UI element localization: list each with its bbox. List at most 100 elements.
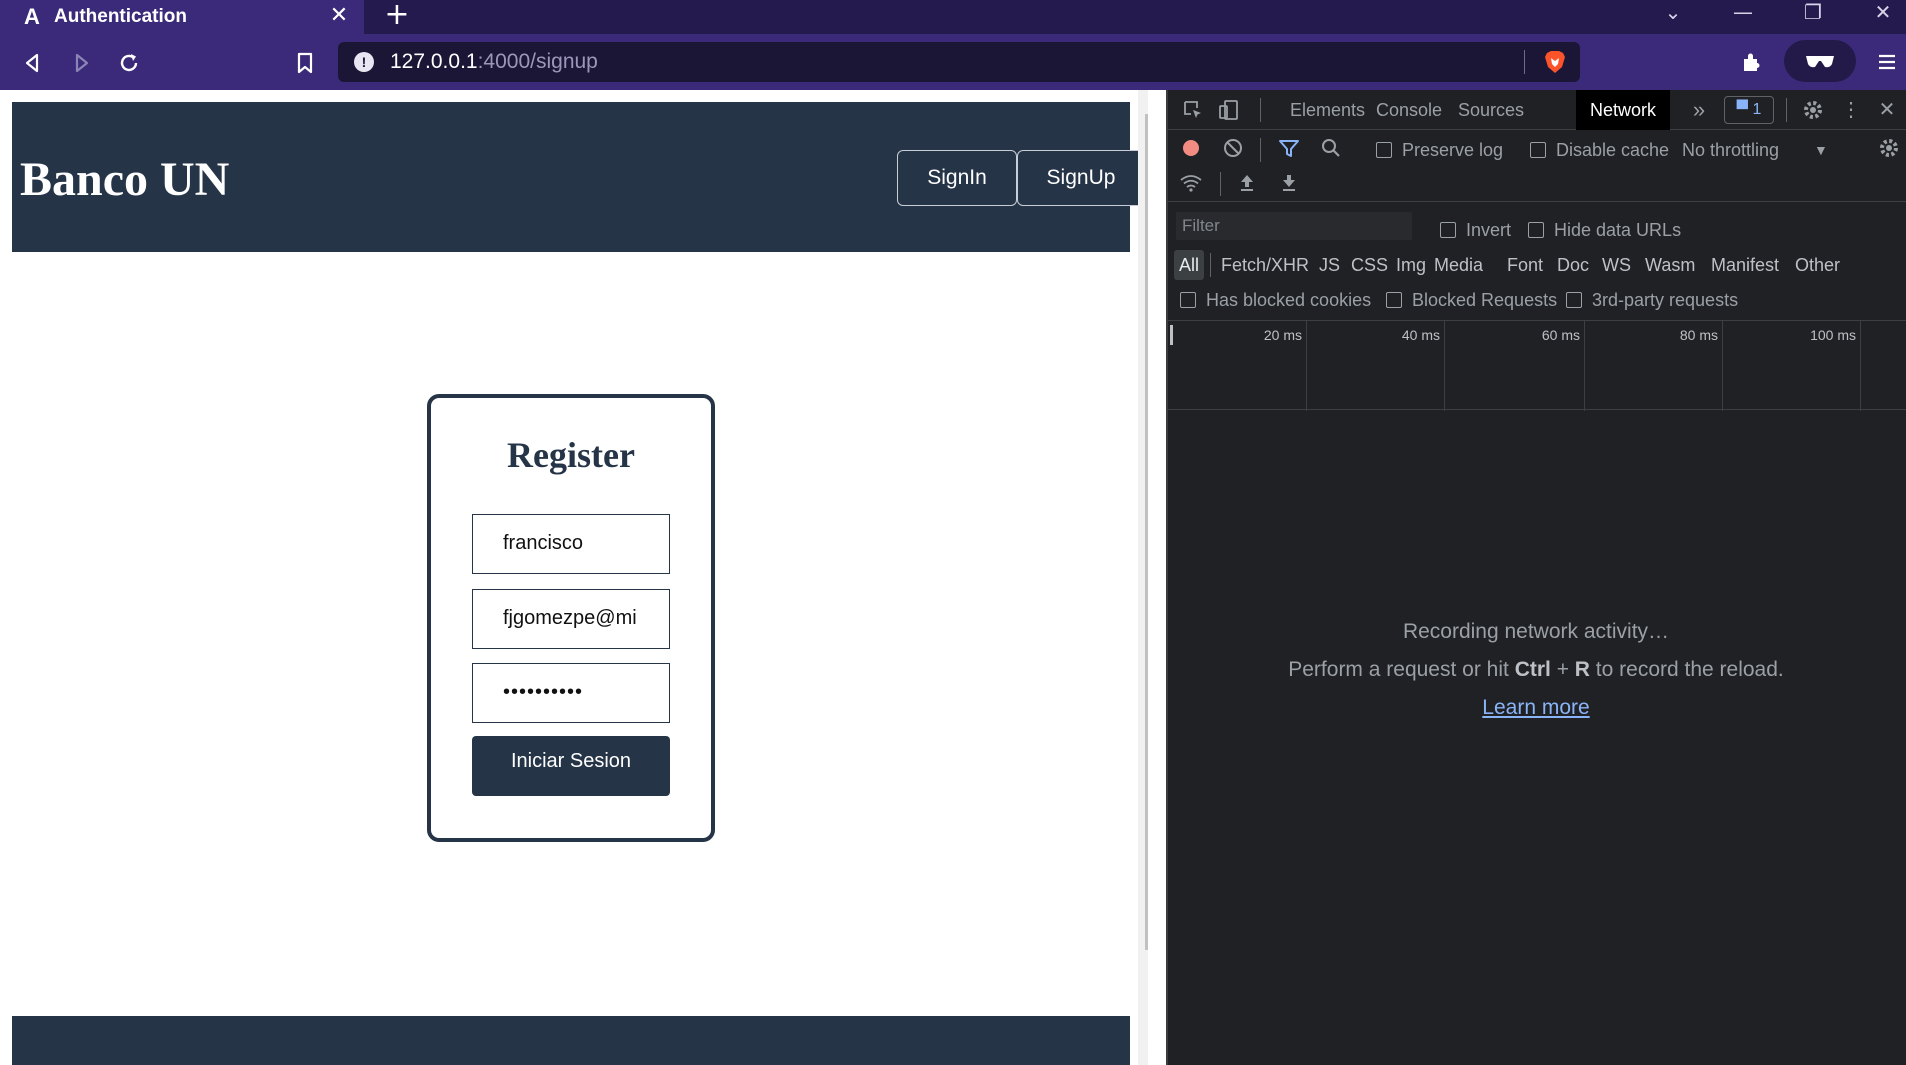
url-divider <box>1524 50 1525 74</box>
type-filter-all[interactable]: All <box>1174 250 1205 280</box>
search-icon[interactable] <box>1318 136 1344 162</box>
page-scrollbar[interactable]: ▲ ▼ <box>1138 90 1148 1065</box>
overview-handle[interactable] <box>1170 325 1173 345</box>
tab-network[interactable]: Network <box>1576 90 1671 130</box>
overview-gridline <box>1722 321 1723 411</box>
settings-gear-icon[interactable] <box>1800 98 1826 124</box>
more-tabs-icon[interactable]: » <box>1686 98 1712 124</box>
shortcut-key: R <box>1574 658 1590 681</box>
close-devtools-icon[interactable]: ✕ <box>1874 98 1900 124</box>
issues-icon: ▀ <box>1736 101 1748 118</box>
overview-gridline <box>1860 321 1861 411</box>
inspect-element-icon[interactable] <box>1180 98 1206 124</box>
tab-close-icon[interactable]: ✕ <box>326 3 352 29</box>
overview-gridline <box>1584 321 1585 411</box>
type-filter-ws[interactable]: WS <box>1597 250 1636 280</box>
site-info-icon[interactable]: ! <box>354 52 374 72</box>
tab-strip: A Authentication ✕ + ⌄ — ❐ ✕ <box>0 0 1906 34</box>
type-filter-img[interactable]: Img <box>1391 250 1431 280</box>
blocked-cookies-label: Has blocked cookies <box>1206 290 1372 310</box>
brave-shields-icon[interactable] <box>1542 49 1568 75</box>
third-party-checkbox[interactable] <box>1566 292 1582 308</box>
hide-data-urls-checkbox[interactable] <box>1528 222 1544 238</box>
minimize-icon[interactable]: — <box>1726 0 1760 24</box>
browser-toolbar: ! 127.0.0.1:4000/signup <box>0 34 1906 90</box>
signin-button[interactable]: SignIn <box>897 150 1017 206</box>
more-options-icon[interactable]: ⋮ <box>1838 98 1864 124</box>
throttling-select[interactable]: No throttling <box>1682 140 1779 160</box>
type-filter-manifest[interactable]: Manifest <box>1706 250 1784 280</box>
type-filter-media[interactable]: Media <box>1429 250 1488 280</box>
brand-title: Banco UN <box>20 153 230 206</box>
issues-badge[interactable]: ▀ 1 <box>1724 96 1774 124</box>
forward-icon[interactable] <box>66 48 96 78</box>
invert-checkbox[interactable] <box>1440 222 1456 238</box>
type-filter-other[interactable]: Other <box>1790 250 1845 280</box>
menu-icon[interactable] <box>1872 47 1902 77</box>
restore-icon[interactable]: ❐ <box>1796 0 1830 24</box>
tab-sources[interactable]: Sources <box>1444 90 1538 130</box>
url-text: 127.0.0.1:4000/signup <box>390 50 598 74</box>
hide-data-urls-label: Hide data URLs <box>1554 220 1682 240</box>
import-har-icon[interactable] <box>1234 170 1260 196</box>
type-filter-css[interactable]: CSS <box>1346 250 1393 280</box>
signup-button[interactable]: SignUp <box>1017 150 1145 206</box>
network-conditions-icon[interactable] <box>1178 170 1204 196</box>
network-settings-icon[interactable] <box>1876 136 1902 162</box>
register-form: Register francisco fjgomezpe@mi ••••••••… <box>427 394 715 842</box>
hint-text: Perform a request or hit <box>1288 658 1515 681</box>
network-overview[interactable]: 20 ms 40 ms 60 ms 80 ms 100 ms <box>1166 320 1906 411</box>
scroll-down-icon[interactable]: ▼ <box>1145 1045 1149 1059</box>
scroll-up-icon[interactable]: ▲ <box>1145 94 1149 108</box>
filter-input[interactable]: Filter <box>1176 212 1412 240</box>
tab-title: Authentication <box>54 6 187 27</box>
disable-cache-checkbox[interactable] <box>1530 142 1546 158</box>
username-field[interactable]: francisco <box>472 514 670 574</box>
throttling-dropdown-icon[interactable]: ▼ <box>1814 140 1828 160</box>
record-icon[interactable] <box>1178 136 1204 162</box>
extensions-icon[interactable] <box>1736 47 1766 77</box>
browser-tab[interactable]: A Authentication ✕ <box>0 0 364 34</box>
type-filter-wasm[interactable]: Wasm <box>1640 250 1700 280</box>
invert-label: Invert <box>1466 220 1512 240</box>
separator <box>1786 98 1787 122</box>
tab-search-dropdown-icon[interactable]: ⌄ <box>1656 0 1690 24</box>
network-toolbar: Preserve log Disable cache No throttling… <box>1166 130 1906 166</box>
devtools-panel: Elements Console Sources Network » ▀ 1 ⋮… <box>1166 90 1906 1065</box>
new-tab-button[interactable]: + <box>382 0 412 31</box>
preserve-log-checkbox[interactable] <box>1376 142 1392 158</box>
submit-button[interactable]: Iniciar Sesion <box>472 736 670 796</box>
tab-console[interactable]: Console <box>1362 90 1456 130</box>
blocked-cookies-checkbox[interactable] <box>1180 292 1196 308</box>
type-filter-doc[interactable]: Doc <box>1552 250 1594 280</box>
tab-favicon-icon: A <box>24 4 40 29</box>
export-har-icon[interactable] <box>1276 170 1302 196</box>
address-bar[interactable]: ! 127.0.0.1:4000/signup <box>338 42 1580 82</box>
back-icon[interactable] <box>18 48 48 78</box>
type-filter-js[interactable]: JS <box>1314 250 1345 280</box>
hint-text-after: to record the reload. <box>1589 658 1784 681</box>
timeline-tick-label: 20 ms <box>1263 327 1302 343</box>
reload-hint: Perform a request or hit Ctrl + R to rec… <box>1166 658 1906 682</box>
clear-icon[interactable] <box>1220 136 1246 162</box>
email-field[interactable]: fjgomezpe@mi <box>472 589 670 649</box>
filter-icon[interactable] <box>1276 136 1302 162</box>
devtools-resize-handle[interactable] <box>1166 90 1168 1065</box>
blocked-requests-checkbox[interactable] <box>1386 292 1402 308</box>
url-host: 127.0.0.1 <box>390 50 478 73</box>
reload-icon[interactable] <box>114 48 144 78</box>
window-close-icon[interactable]: ✕ <box>1866 0 1900 24</box>
scroll-thumb[interactable] <box>1145 114 1148 950</box>
separator <box>1260 98 1261 122</box>
type-filter-font[interactable]: Font <box>1502 250 1548 280</box>
network-toolbar-secondary <box>1166 166 1906 202</box>
devtools-tab-bar: Elements Console Sources Network » ▀ 1 ⋮… <box>1166 90 1906 130</box>
separator <box>1260 138 1261 162</box>
password-field[interactable]: •••••••••• <box>472 663 670 723</box>
bookmark-icon[interactable] <box>290 48 320 78</box>
device-toolbar-icon[interactable] <box>1216 98 1242 124</box>
url-path: :4000/signup <box>477 50 598 73</box>
learn-more-link[interactable]: Learn more <box>1482 696 1589 720</box>
type-filter-fetch-xhr[interactable]: Fetch/XHR <box>1216 250 1314 280</box>
profile-icon[interactable] <box>1784 40 1856 82</box>
